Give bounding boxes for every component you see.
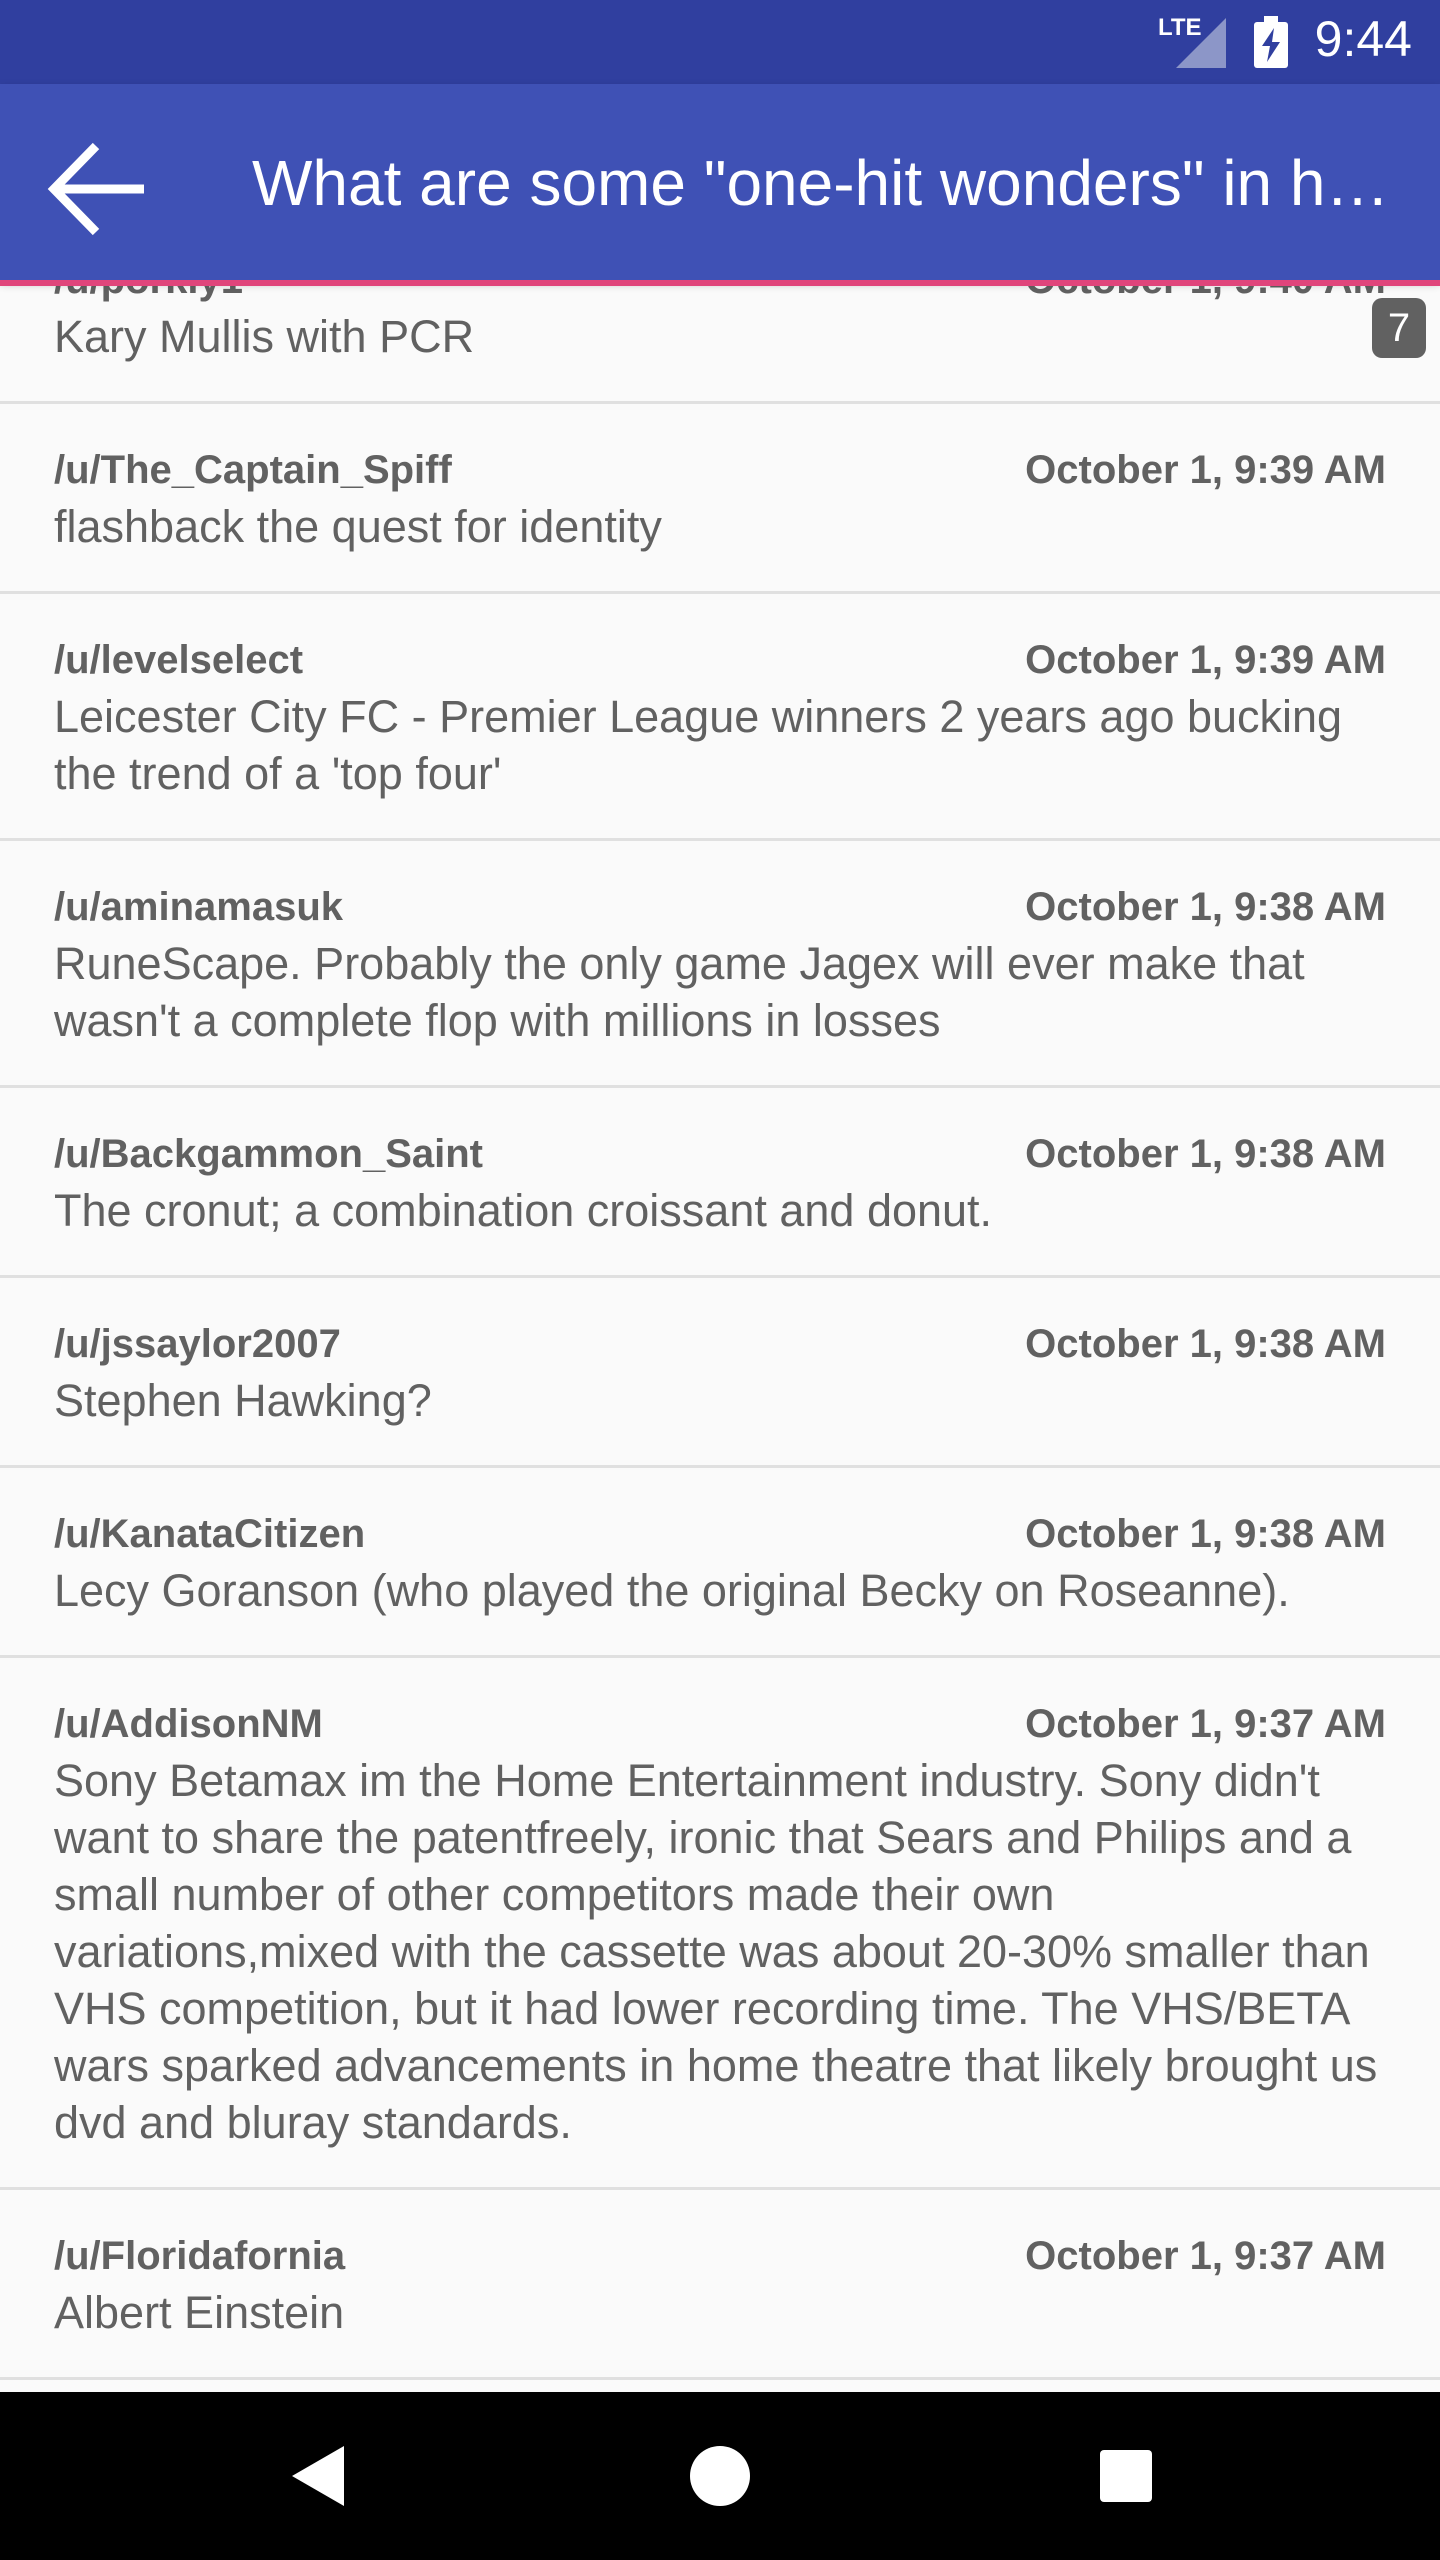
comment-time: October 1, 9:37 AM xyxy=(1025,1702,1386,1746)
comment-time: October 1, 9:38 AM xyxy=(1025,1132,1386,1176)
home-circle-icon[interactable] xyxy=(680,2436,760,2516)
comment-item[interactable]: /u/The_Captain_Spiff October 1, 9:39 AM … xyxy=(0,404,1440,594)
comment-author[interactable]: /u/AddisonNM xyxy=(54,1702,323,1747)
comment-author[interactable]: /u/KanataCitizen xyxy=(54,1512,365,1557)
comment-time: October 1, 9:39 AM xyxy=(1025,638,1386,682)
comment-body: Albert Einstein xyxy=(54,2287,345,2338)
comment-time: October 1, 9:37 AM xyxy=(1025,2234,1386,2278)
back-arrow-icon[interactable] xyxy=(44,134,154,244)
comment-author[interactable]: /u/aminamasuk xyxy=(54,885,343,930)
comment-author[interactable]: /u/jssaylor2007 xyxy=(54,1322,341,1367)
comment-item[interactable]: /u/aminamasuk October 1, 9:38 AM RuneSca… xyxy=(0,841,1440,1088)
back-triangle-icon[interactable] xyxy=(280,2436,360,2516)
comment-item[interactable]: /u/AddisonNM October 1, 9:37 AM Sony Bet… xyxy=(0,1658,1440,2190)
accent-divider xyxy=(0,280,1440,286)
comment-author[interactable]: /u/Backgammon_Saint xyxy=(54,1132,483,1177)
comment-time: October 1, 9:38 AM xyxy=(1025,1322,1386,1366)
comment-body: The cronut; a combination croissant and … xyxy=(54,1185,993,1236)
comment-body: Sony Betamax im the Home Entertainment i… xyxy=(54,1755,1378,2148)
comment-time: October 1, 9:39 AM xyxy=(1025,448,1386,492)
comment-body: RuneScape. Probably the only game Jagex … xyxy=(54,938,1305,1046)
comment-author[interactable]: /u/levelselect xyxy=(54,638,303,683)
comment-body: Kary Mullis with PCR xyxy=(54,311,475,362)
comment-item[interactable]: /u/Floridafornia October 1, 9:37 AM Albe… xyxy=(0,2190,1440,2380)
comment-list: /u/porkiy1 October 1, 9:40 AM Kary Mulli… xyxy=(0,214,1440,2380)
comment-item[interactable]: /u/jssaylor2007 October 1, 9:38 AM Steph… xyxy=(0,1278,1440,1468)
comment-count-badge: 7 xyxy=(1372,298,1426,358)
app-bar: What are some "one-hit wonders" in histo… xyxy=(0,84,1440,280)
clock: 9:44 xyxy=(1314,11,1412,67)
comment-time: October 1, 9:38 AM xyxy=(1025,1512,1386,1556)
comment-body: Stephen Hawking? xyxy=(54,1375,432,1426)
page-title: What are some "one-hit wonders" in histo… xyxy=(252,147,1392,219)
signal-icon xyxy=(1176,18,1226,68)
comment-time: October 1, 9:38 AM xyxy=(1025,885,1386,929)
status-bar: LTE 9:44 xyxy=(0,0,1440,84)
recents-square-icon[interactable] xyxy=(1086,2436,1166,2516)
comment-item[interactable]: /u/levelselect October 1, 9:39 AM Leices… xyxy=(0,594,1440,841)
comment-item[interactable]: /u/KanataCitizen October 1, 9:38 AM Lecy… xyxy=(0,1468,1440,1658)
comment-body: Leicester City FC - Premier League winne… xyxy=(54,691,1343,799)
navigation-bar xyxy=(0,2392,1440,2560)
comment-body: Lecy Goranson (who played the original B… xyxy=(54,1565,1290,1616)
comment-body: flashback the quest for identity xyxy=(54,501,662,552)
battery-charging-icon xyxy=(1254,16,1288,68)
comment-author[interactable]: /u/Floridafornia xyxy=(54,2234,345,2279)
comment-author[interactable]: /u/The_Captain_Spiff xyxy=(54,448,452,493)
comment-item[interactable]: /u/Backgammon_Saint October 1, 9:38 AM T… xyxy=(0,1088,1440,1278)
